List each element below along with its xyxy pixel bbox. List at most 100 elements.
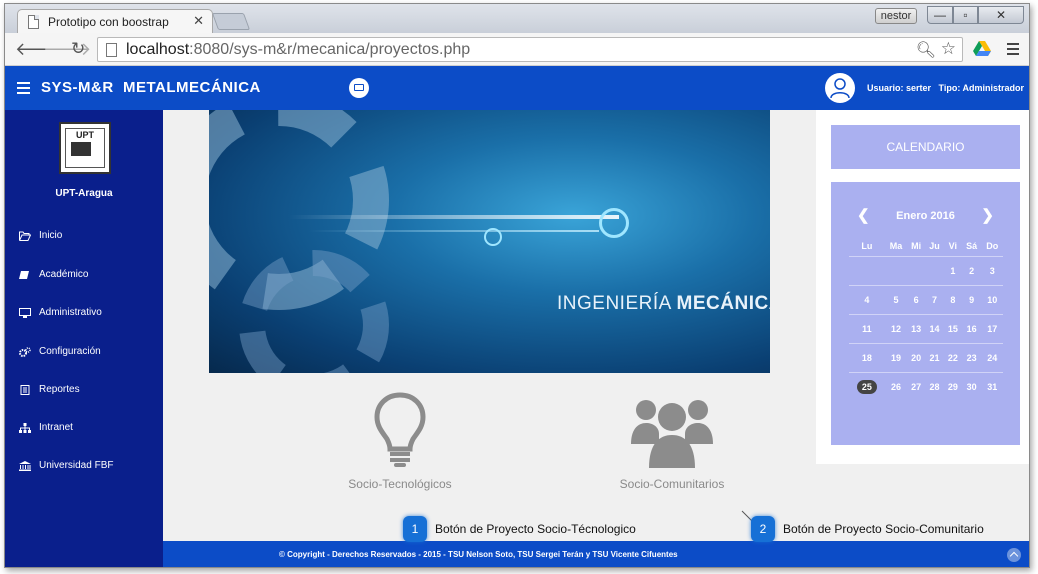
weekday-label: Mi: [911, 240, 922, 251]
calendar-day[interactable]: 24: [981, 342, 1003, 372]
maximize-button[interactable]: ▫: [953, 6, 978, 24]
calendar-day[interactable]: 20: [907, 342, 926, 372]
calendar-day[interactable]: 21: [925, 342, 944, 372]
today-badge: 25: [856, 379, 877, 394]
user-avatar-icon[interactable]: [825, 73, 855, 103]
calendar-day[interactable]: 29: [943, 371, 962, 401]
calendar-day[interactable]: 12: [884, 313, 908, 343]
university-icon: [19, 461, 31, 471]
calendar-day[interactable]: 19: [884, 342, 908, 372]
weekday-label: Ma: [889, 240, 903, 251]
calendar-day[interactable]: 28: [925, 371, 944, 401]
close-window-button[interactable]: ✕: [978, 6, 1024, 24]
project-label: Socio-Comunitarios: [619, 477, 725, 491]
url-text: localhost:8080/sys-m&r/mecanica/proyecto…: [126, 41, 470, 59]
calendar-day[interactable]: [849, 255, 885, 285]
weekday-label: Ju: [929, 240, 940, 251]
minimize-button[interactable]: —: [927, 6, 953, 24]
app-page: SYS-M&R METALMECÁNICA Usuario: serter Ti…: [5, 66, 1029, 567]
calendar-day[interactable]: 9: [961, 284, 982, 314]
calendar-day[interactable]: 1: [943, 255, 962, 285]
calendar-day[interactable]: 6: [907, 284, 926, 314]
new-tab-button[interactable]: [211, 13, 251, 30]
project-label: Socio-Tecnológicos: [348, 477, 452, 491]
calendar-day[interactable]: 26: [884, 371, 908, 401]
lightbulb-icon: [374, 392, 426, 467]
sidebar-item-label: Inicio: [39, 230, 63, 241]
file-text-icon: [20, 385, 30, 395]
calendar-day-today[interactable]: 25: [849, 371, 885, 401]
desktop-icon: [19, 308, 31, 318]
calendar-day[interactable]: 17: [981, 313, 1003, 343]
calendar-day[interactable]: 14: [925, 313, 944, 343]
socio-comunitario-button[interactable]: Socio-Comunitarios: [609, 392, 735, 491]
sidebar-item-label: Administrativo: [39, 307, 102, 318]
calendar-day[interactable]: 30: [961, 371, 982, 401]
calendar-day[interactable]: 31: [981, 371, 1003, 401]
calendar-day[interactable]: 15: [943, 313, 962, 343]
banner-caption-bold: MECÁNICA: [676, 293, 770, 314]
zoom-icon[interactable]: 🔍︎: [916, 40, 936, 60]
browser-tab[interactable]: Prototipo con boostrap ✕: [17, 9, 213, 34]
tab-title: Prototipo con boostrap: [48, 15, 169, 29]
envelope-icon[interactable]: [349, 78, 369, 98]
calendar-day[interactable]: 4: [849, 284, 885, 314]
calendar-day[interactable]: 3: [981, 255, 1003, 285]
main-content: INGENIERÍA MECÁNICA Socio-Tecnológicos: [163, 110, 1029, 541]
scroll-top-icon[interactable]: [1007, 548, 1021, 562]
calendar-day[interactable]: 11: [849, 313, 885, 343]
browser-toolbar: 🡐 🡒 ↻ localhost:8080/sys-m&r/mecanica/pr…: [5, 33, 1029, 66]
copyright-text: © Copyright - Derechos Reservados - 2015…: [279, 550, 678, 559]
circuit-node: [599, 208, 629, 238]
sidebar-item-label: Configuración: [39, 346, 101, 357]
light-beam: [289, 215, 619, 219]
calendar-day[interactable]: 27: [907, 371, 926, 401]
reload-icon[interactable]: ↻: [71, 39, 85, 59]
calendar-day[interactable]: 8: [943, 284, 962, 314]
weekday-label: Do: [986, 240, 999, 251]
calendar-day[interactable]: [907, 255, 926, 285]
calendar-day[interactable]: 23: [961, 342, 982, 372]
user-role: Tipo: Administrador: [938, 83, 1025, 93]
browser-menu-icon[interactable]: [1007, 43, 1019, 55]
sidebar-item-label: Académico: [39, 269, 89, 280]
cogs-icon: [19, 347, 31, 357]
url-path: :8080/sys-m&r/mecanica/proyectos.php: [189, 41, 471, 58]
calendar-day[interactable]: [884, 255, 908, 285]
calendar-day[interactable]: 10: [981, 284, 1003, 314]
calendar-day[interactable]: 16: [961, 313, 982, 343]
callout-badge-1: 1: [403, 516, 427, 542]
calendar-grid: Lu Ma Mi Ju Vi Sá Do 1 2 3 4 5 6 7 8 9 1…: [849, 236, 1003, 401]
logo-text: UPT: [76, 130, 94, 140]
user-name: Usuario: serter: [867, 83, 932, 93]
book-icon: [19, 271, 29, 279]
tab-close-icon[interactable]: ✕: [193, 13, 204, 29]
light-beam: [309, 230, 599, 232]
folder-open-icon: [19, 231, 31, 241]
bookmark-star-icon[interactable]: ☆: [941, 39, 956, 59]
sitemap-icon: [19, 423, 31, 433]
sidebar-item-label: Reportes: [39, 384, 80, 395]
sidebar-item-label: Universidad FBF: [39, 460, 114, 471]
users-icon: [631, 400, 713, 468]
calendar-day[interactable]: 5: [884, 284, 908, 314]
hamburger-icon[interactable]: [17, 82, 30, 97]
url-host: localhost: [126, 41, 190, 58]
weekday-label: Sá: [966, 240, 978, 251]
calendar-day[interactable]: 13: [907, 313, 926, 343]
calendar-day[interactable]: 22: [943, 342, 962, 372]
google-drive-icon[interactable]: [973, 41, 991, 57]
next-month-icon[interactable]: ❯: [981, 206, 994, 224]
address-bar[interactable]: localhost:8080/sys-m&r/mecanica/proyecto…: [97, 37, 963, 62]
calendar-day[interactable]: [925, 255, 944, 285]
browser-user-chip[interactable]: nestor: [875, 8, 917, 24]
browser-window: Prototipo con boostrap ✕ nestor — ▫ ✕ 🡐 …: [4, 3, 1030, 568]
university-logo: UPT: [59, 122, 111, 174]
socio-tecnologico-button[interactable]: Socio-Tecnológicos: [335, 392, 465, 491]
page-icon: [106, 43, 117, 57]
calendar-day[interactable]: 2: [961, 255, 982, 285]
calendar-day[interactable]: 18: [849, 342, 885, 372]
engineering-banner: INGENIERÍA MECÁNICA: [209, 110, 770, 373]
calendar-day[interactable]: 7: [925, 284, 944, 314]
banner-caption-light: INGENIERÍA: [557, 293, 677, 314]
